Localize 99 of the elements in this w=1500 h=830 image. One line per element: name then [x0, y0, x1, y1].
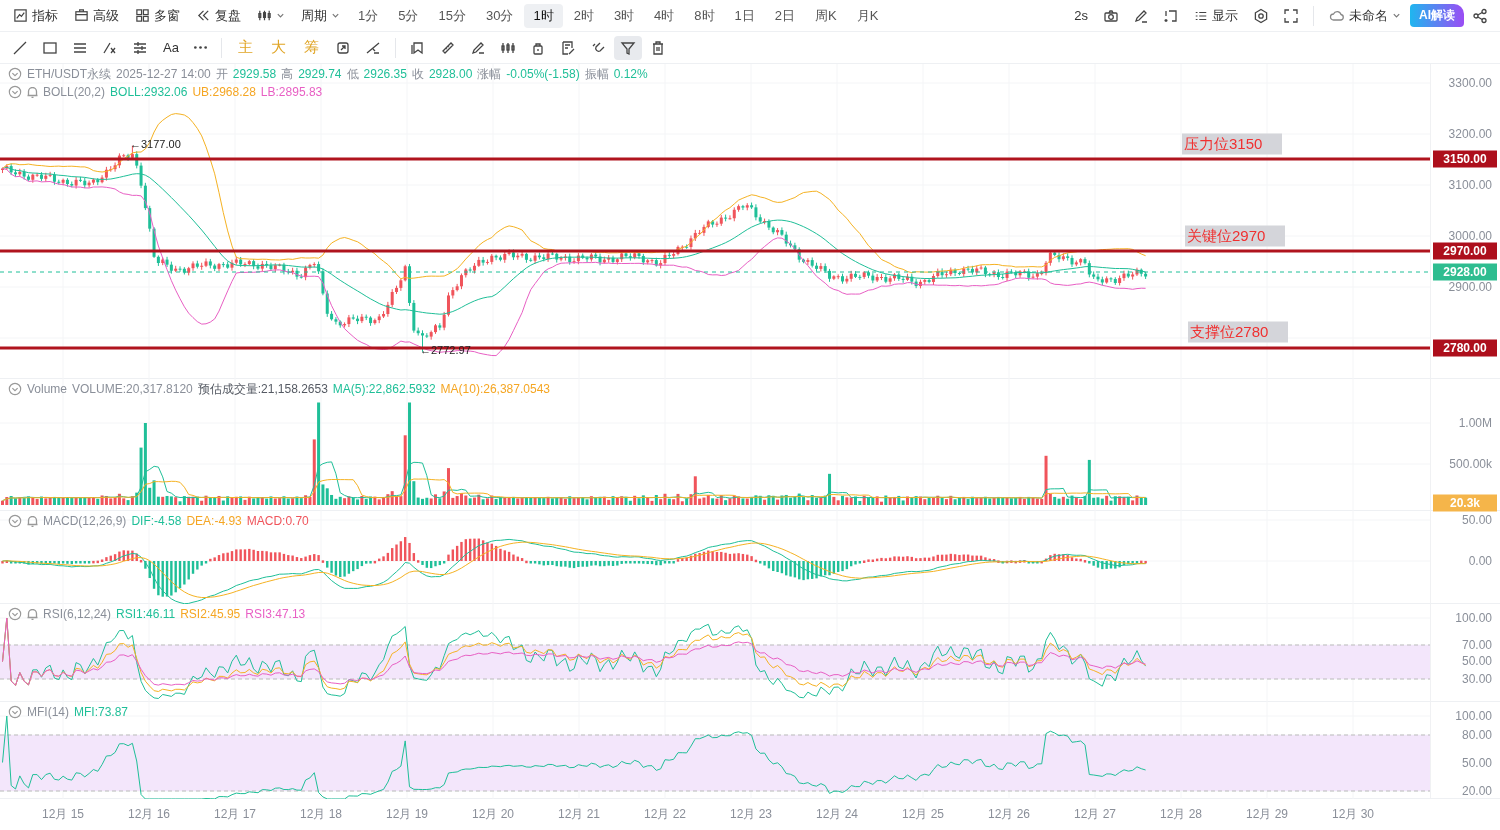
date-label: 12月 27 — [1074, 806, 1116, 823]
quote-label: 低 — [346, 65, 359, 83]
period-tab[interactable]: 30分 — [476, 3, 523, 28]
date-label: 12月 28 — [1160, 806, 1202, 823]
indicator-value: MACD:0.70 — [246, 514, 309, 528]
axis-label: 3300.00 — [1448, 76, 1492, 90]
indicator-name: MFI(14) — [27, 705, 69, 719]
indicator-name: RSI(6,12,24) — [43, 607, 112, 621]
quote-label: 收 — [411, 65, 424, 83]
date-label: 12月 19 — [386, 806, 428, 823]
date-label: 12月 22 — [644, 806, 686, 823]
date-label: 12月 26 — [988, 806, 1030, 823]
axis-label: 20.00 — [1461, 784, 1492, 798]
axis-label: 50.00 — [1461, 513, 1492, 527]
indicator-value: BOLL:2932.06 — [110, 85, 188, 99]
period-tab[interactable]: 月K — [847, 3, 888, 28]
low-price-marker: ←2772.97 — [420, 344, 471, 356]
indicator-value: MFI:73.87 — [74, 705, 129, 719]
period-tab[interactable]: 1时 — [524, 3, 563, 28]
period-tab[interactable]: 1日 — [725, 3, 764, 28]
indicator-value: RSI1:46.11 — [116, 607, 176, 621]
date-label: 12月 24 — [816, 806, 858, 823]
period-tab[interactable]: 1分 — [349, 3, 388, 28]
period-tab[interactable]: 周K — [806, 3, 846, 28]
indicator-value: VOLUME:20,317.8120 — [72, 382, 193, 396]
date-label: 12月 18 — [300, 806, 342, 823]
text-tool-button[interactable]: Aa — [156, 37, 186, 58]
date-label: 12月 23 — [730, 806, 772, 823]
axis-label: 100.00 — [1455, 611, 1492, 625]
date-label: 12月 25 — [902, 806, 944, 823]
candle-time: 2025-12-27 14:00 — [116, 67, 211, 81]
period-tab[interactable]: 2时 — [564, 3, 603, 28]
quote-label: 高 — [281, 65, 294, 83]
indicator-value: MA(5):22,862.5932 — [332, 382, 436, 396]
period-tab[interactable]: 2日 — [765, 3, 805, 28]
date-label: 12月 29 — [1246, 806, 1288, 823]
date-label: 12月 16 — [128, 806, 170, 823]
period-tab[interactable]: 3时 — [604, 3, 644, 28]
axis-label: 3000.00 — [1448, 229, 1492, 243]
period-tab[interactable]: 8时 — [685, 3, 724, 28]
last-price-tag: 2928.00 — [1433, 263, 1497, 281]
indicator-value: UB:2968.28 — [192, 85, 256, 99]
indicator-value: LB:2895.83 — [260, 85, 323, 99]
date-label: 12月 30 — [1332, 806, 1374, 823]
axis-label: 50.00 — [1461, 756, 1492, 770]
indicator-value: MA(10):26,387.0543 — [440, 382, 550, 396]
quote-label: 开 — [215, 65, 228, 83]
axis-label: 50.00 — [1461, 654, 1492, 668]
indicator-name: MACD(12,26,9) — [43, 514, 127, 528]
axis-label: 3200.00 — [1448, 127, 1492, 141]
axis-label: 3100.00 — [1448, 178, 1492, 192]
axis-label: 100.00 — [1455, 709, 1492, 723]
indicator-name: BOLL(20,2) — [43, 85, 106, 99]
level-label: 关键位2970 — [1185, 225, 1285, 247]
high-price-marker: ←3177.00 — [130, 138, 181, 150]
quote-value: 2929.74 — [298, 67, 342, 81]
axis-label: 1.00M — [1458, 416, 1492, 430]
quote-value: 2929.58 — [232, 67, 277, 81]
axis-label: 70.00 — [1461, 638, 1492, 652]
period-menu-button[interactable]: 周期 — [294, 3, 347, 28]
indicator-name: Volume — [27, 382, 68, 396]
axis-label: 80.00 — [1461, 728, 1492, 742]
level-label: 压力位3150 — [1182, 133, 1282, 155]
level-price-tag: 3150.00 — [1433, 150, 1497, 168]
period-tab[interactable]: 4时 — [645, 3, 684, 28]
period-tab[interactable]: 5分 — [389, 3, 428, 28]
symbol-name: ETH/USDT永续 — [27, 65, 111, 83]
indicator-value: 预估成交量:21,158.2653 — [197, 380, 328, 398]
quote-value: 0.12% — [613, 67, 648, 81]
level-price-tag: 2780.00 — [1433, 339, 1497, 357]
axis-label: 0.00 — [1468, 554, 1492, 568]
indicator-value: RSI2:45.95 — [180, 607, 241, 621]
date-label: 12月 20 — [472, 806, 514, 823]
date-label: 12月 15 — [42, 806, 84, 823]
menu-button[interactable]: 多窗 — [128, 3, 187, 28]
date-label: 12月 17 — [214, 806, 256, 823]
menu-button[interactable]: 高级 — [67, 3, 126, 28]
refresh-interval-button[interactable]: 2s — [1067, 5, 1095, 26]
quote-value: -0.05%(-1.58) — [506, 67, 580, 81]
layout-menu-button[interactable]: 未命名 — [1322, 3, 1408, 28]
ai-button[interactable]: AI解读 — [1410, 4, 1464, 27]
volume-tag: 20.3k — [1433, 494, 1497, 512]
menu-button[interactable]: 指标 — [6, 3, 65, 28]
indicator-value: DIF:-4.58 — [131, 514, 182, 528]
indicator-value: DEA:-4.93 — [186, 514, 242, 528]
quote-label: 振幅 — [584, 65, 609, 83]
menu-button[interactable]: 复盘 — [189, 3, 248, 28]
quote-value: 2926.35 — [363, 67, 407, 81]
axis-label: 30.00 — [1461, 672, 1492, 686]
period-tab[interactable]: 15分 — [429, 3, 475, 28]
indicator-value: RSI3:47.13 — [245, 607, 306, 621]
date-label: 12月 21 — [558, 806, 600, 823]
axis-label: 2900.00 — [1448, 280, 1492, 294]
axis-label: 500.00k — [1449, 457, 1492, 471]
quote-value: 2928.00 — [428, 67, 473, 81]
level-price-tag: 2970.00 — [1433, 242, 1497, 260]
display-button[interactable]: 显示 — [1187, 3, 1245, 28]
level-label: 支撑位2780 — [1188, 321, 1288, 343]
quote-label: 涨幅 — [477, 65, 502, 83]
